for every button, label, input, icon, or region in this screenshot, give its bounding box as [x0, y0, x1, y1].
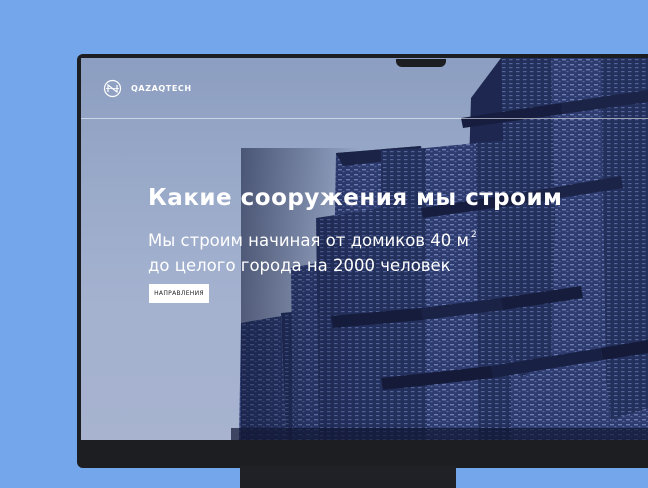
directions-button[interactable]: НАПРАВЛЕНИЯ: [149, 284, 209, 303]
monitor-camera-notch: [396, 59, 446, 67]
website-screen: QAZAQTECH Какие сооружения мы строим Мы …: [81, 58, 648, 440]
monitor-stand: [240, 466, 456, 488]
hero-subtitle: Мы строим начиная от домиков 40 м2 до це…: [148, 223, 562, 278]
header-divider: [81, 118, 648, 119]
hero-section: Какие сооружения мы строим Мы строим нач…: [148, 185, 562, 278]
hero-subtitle-line1: Мы строим начиная от домиков 40 м: [148, 231, 469, 250]
hero-subtitle-line2: до целого города на 2000 человек: [148, 256, 451, 275]
qazaqtech-logo-icon: [103, 79, 122, 98]
site-logo[interactable]: QAZAQTECH: [103, 79, 192, 98]
hero-title: Какие сооружения мы строим: [148, 185, 563, 211]
brand-name: QAZAQTECH: [131, 84, 192, 93]
superscript-squared: 2: [470, 230, 477, 240]
